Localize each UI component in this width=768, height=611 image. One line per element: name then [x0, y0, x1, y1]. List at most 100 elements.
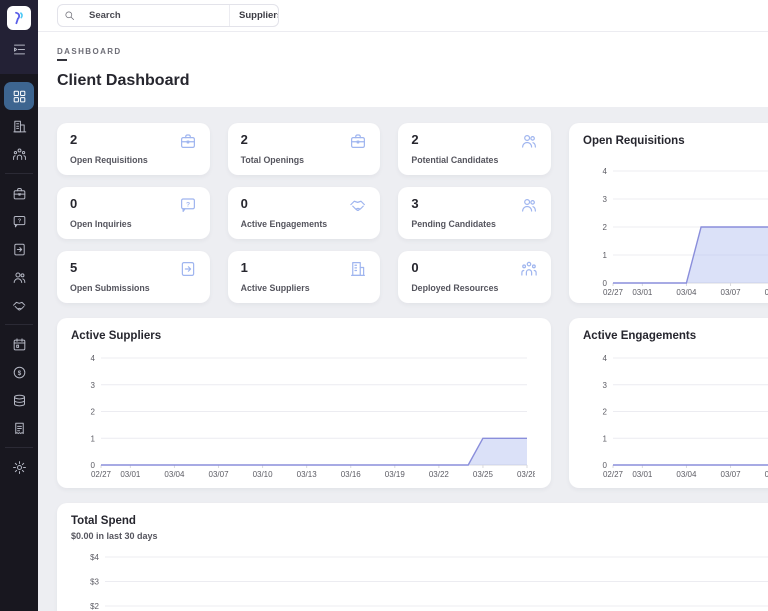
handshake-icon [12, 298, 27, 313]
svg-text:2: 2 [603, 223, 608, 232]
sidebar-divider [5, 324, 33, 325]
inquiry-icon: ? [179, 196, 197, 214]
svg-text:$4: $4 [90, 553, 99, 562]
svg-text:4: 4 [91, 354, 96, 363]
team-icon [520, 260, 538, 278]
stat-value: 0 [411, 260, 419, 275]
open-requisitions-chart-card: Open Requisitions 4 3 2 1 0 02/27 03/01 03/04 03… [569, 123, 768, 303]
stat-value: 2 [240, 132, 248, 147]
stat-card[interactable]: 3 Pending Candidates [398, 187, 551, 239]
top-row: 2 Open Requisitions 2 Total Openings 2 P… [57, 123, 768, 303]
sidebar-item-calendar[interactable] [0, 331, 38, 357]
svg-text:4: 4 [603, 354, 608, 363]
submission-icon [12, 242, 27, 257]
organization-icon [12, 147, 27, 162]
app-logo-icon[interactable] [7, 6, 31, 30]
sidebar-item-submission[interactable] [0, 236, 38, 262]
stat-value: 1 [240, 260, 248, 275]
sidebar-item-dashboard[interactable] [4, 82, 34, 110]
dashboard-icon [12, 89, 27, 104]
stat-card[interactable]: 5 Open Submissions [57, 251, 210, 303]
page-title: Client Dashboard [57, 72, 190, 89]
sidebar-item-dollar[interactable]: $ [0, 359, 38, 385]
svg-text:?: ? [17, 218, 21, 224]
search-icon [58, 10, 81, 21]
stat-label: Pending Candidates [411, 219, 496, 229]
stat-label: Active Engagements [240, 219, 328, 229]
sidebar-item-organization[interactable] [0, 141, 38, 167]
stat-value: 0 [70, 196, 78, 211]
sidebar-item-coins[interactable] [0, 387, 38, 413]
stat-card[interactable]: 0 ? Open Inquiries [57, 187, 210, 239]
stat-card[interactable]: 2 Potential Candidates [398, 123, 551, 175]
sidebar-divider [5, 173, 33, 174]
svg-text:03/01: 03/01 [632, 288, 653, 297]
svg-text:0: 0 [603, 279, 608, 288]
sidebar-item-candidates[interactable] [0, 264, 38, 290]
svg-text:$: $ [17, 369, 21, 376]
search-box: Suppliers ▾ [57, 4, 279, 27]
active-engagements-chart: 4321002/2703/0103/0403/0703/1003/1303/16… [583, 350, 768, 488]
svg-text:3: 3 [603, 195, 608, 204]
stat-value: 2 [411, 132, 419, 147]
briefcase-icon [349, 132, 367, 150]
active-engagements-chart-card: Active Engagements 4 3 2 1 0 02/27 03/01 03/04 0… [569, 318, 768, 488]
chart-title: Active Engagements [583, 330, 697, 342]
sidebar-item-receipt[interactable] [0, 415, 38, 441]
svg-text:03/22: 03/22 [429, 470, 450, 479]
stat-value: 5 [70, 260, 78, 275]
sidebar-item-handshake[interactable] [0, 292, 38, 318]
collapse-menu-icon [12, 42, 27, 62]
search-scope-dropdown[interactable]: Suppliers ▾ [229, 5, 278, 26]
svg-text:3: 3 [603, 381, 608, 390]
candidates-icon [12, 270, 27, 285]
page-header: DASHBOARD Client Dashboard [38, 32, 768, 107]
chart-title: Total Spend [71, 515, 136, 527]
stat-card[interactable]: 2 Open Requisitions [57, 123, 210, 175]
sidebar-item-inquiry[interactable]: ? [0, 208, 38, 234]
candidates-icon [520, 132, 538, 150]
open-requisitions-chart: 4321002/2703/0103/0403/0703/1003/1303/16… [583, 161, 768, 306]
stat-card[interactable]: 0 Active Engagements [227, 187, 381, 239]
stat-value: 2 [70, 132, 78, 147]
stat-value: 0 [240, 196, 248, 211]
svg-text:03/04: 03/04 [676, 470, 697, 479]
search-input[interactable] [81, 10, 229, 21]
svg-text:02/27: 02/27 [91, 470, 112, 479]
stat-card[interactable]: 0 Deployed Resources [398, 251, 551, 303]
svg-text:03/07: 03/07 [721, 470, 742, 479]
submission-icon [179, 260, 197, 278]
stat-label: Deployed Resources [411, 283, 499, 293]
stat-label: Open Inquiries [70, 219, 132, 229]
svg-text:02/27: 02/27 [603, 470, 624, 479]
sidebar-item-company[interactable] [0, 113, 38, 139]
company-icon [12, 119, 27, 134]
dollar-icon: $ [12, 365, 27, 380]
stat-label: Open Requisitions [70, 155, 148, 165]
chart-title: Open Requisitions [583, 135, 685, 147]
stat-label: Total Openings [240, 155, 305, 165]
breadcrumb: DASHBOARD [57, 47, 122, 56]
svg-text:1: 1 [603, 251, 608, 260]
stats-grid: 2 Open Requisitions 2 Total Openings 2 P… [57, 123, 551, 303]
svg-text:?: ? [186, 201, 190, 208]
svg-text:2: 2 [91, 408, 96, 417]
svg-text:2: 2 [603, 408, 608, 417]
svg-text:1: 1 [91, 434, 96, 443]
sidebar: ? $ [0, 0, 38, 611]
stat-label: Potential Candidates [411, 155, 499, 165]
sidebar-item-briefcase[interactable] [0, 180, 38, 206]
stat-card[interactable]: 2 Total Openings [227, 123, 381, 175]
svg-text:03/07: 03/07 [209, 470, 230, 479]
stat-card[interactable]: 1 Active Suppliers [227, 251, 381, 303]
inquiry-icon: ? [12, 214, 27, 229]
svg-text:03/04: 03/04 [164, 470, 185, 479]
sidebar-item-settings[interactable] [0, 454, 38, 480]
sidebar-item-collapse-menu[interactable] [0, 39, 38, 65]
stat-label: Active Suppliers [240, 283, 310, 293]
active-suppliers-chart-card: Active Suppliers 4 3 2 1 0 02/27 03/01 03/04 03/… [57, 318, 551, 488]
svg-text:03/10: 03/10 [765, 470, 768, 479]
svg-text:03/10: 03/10 [253, 470, 274, 479]
svg-text:3: 3 [91, 381, 96, 390]
sidebar-top-section [0, 0, 38, 74]
